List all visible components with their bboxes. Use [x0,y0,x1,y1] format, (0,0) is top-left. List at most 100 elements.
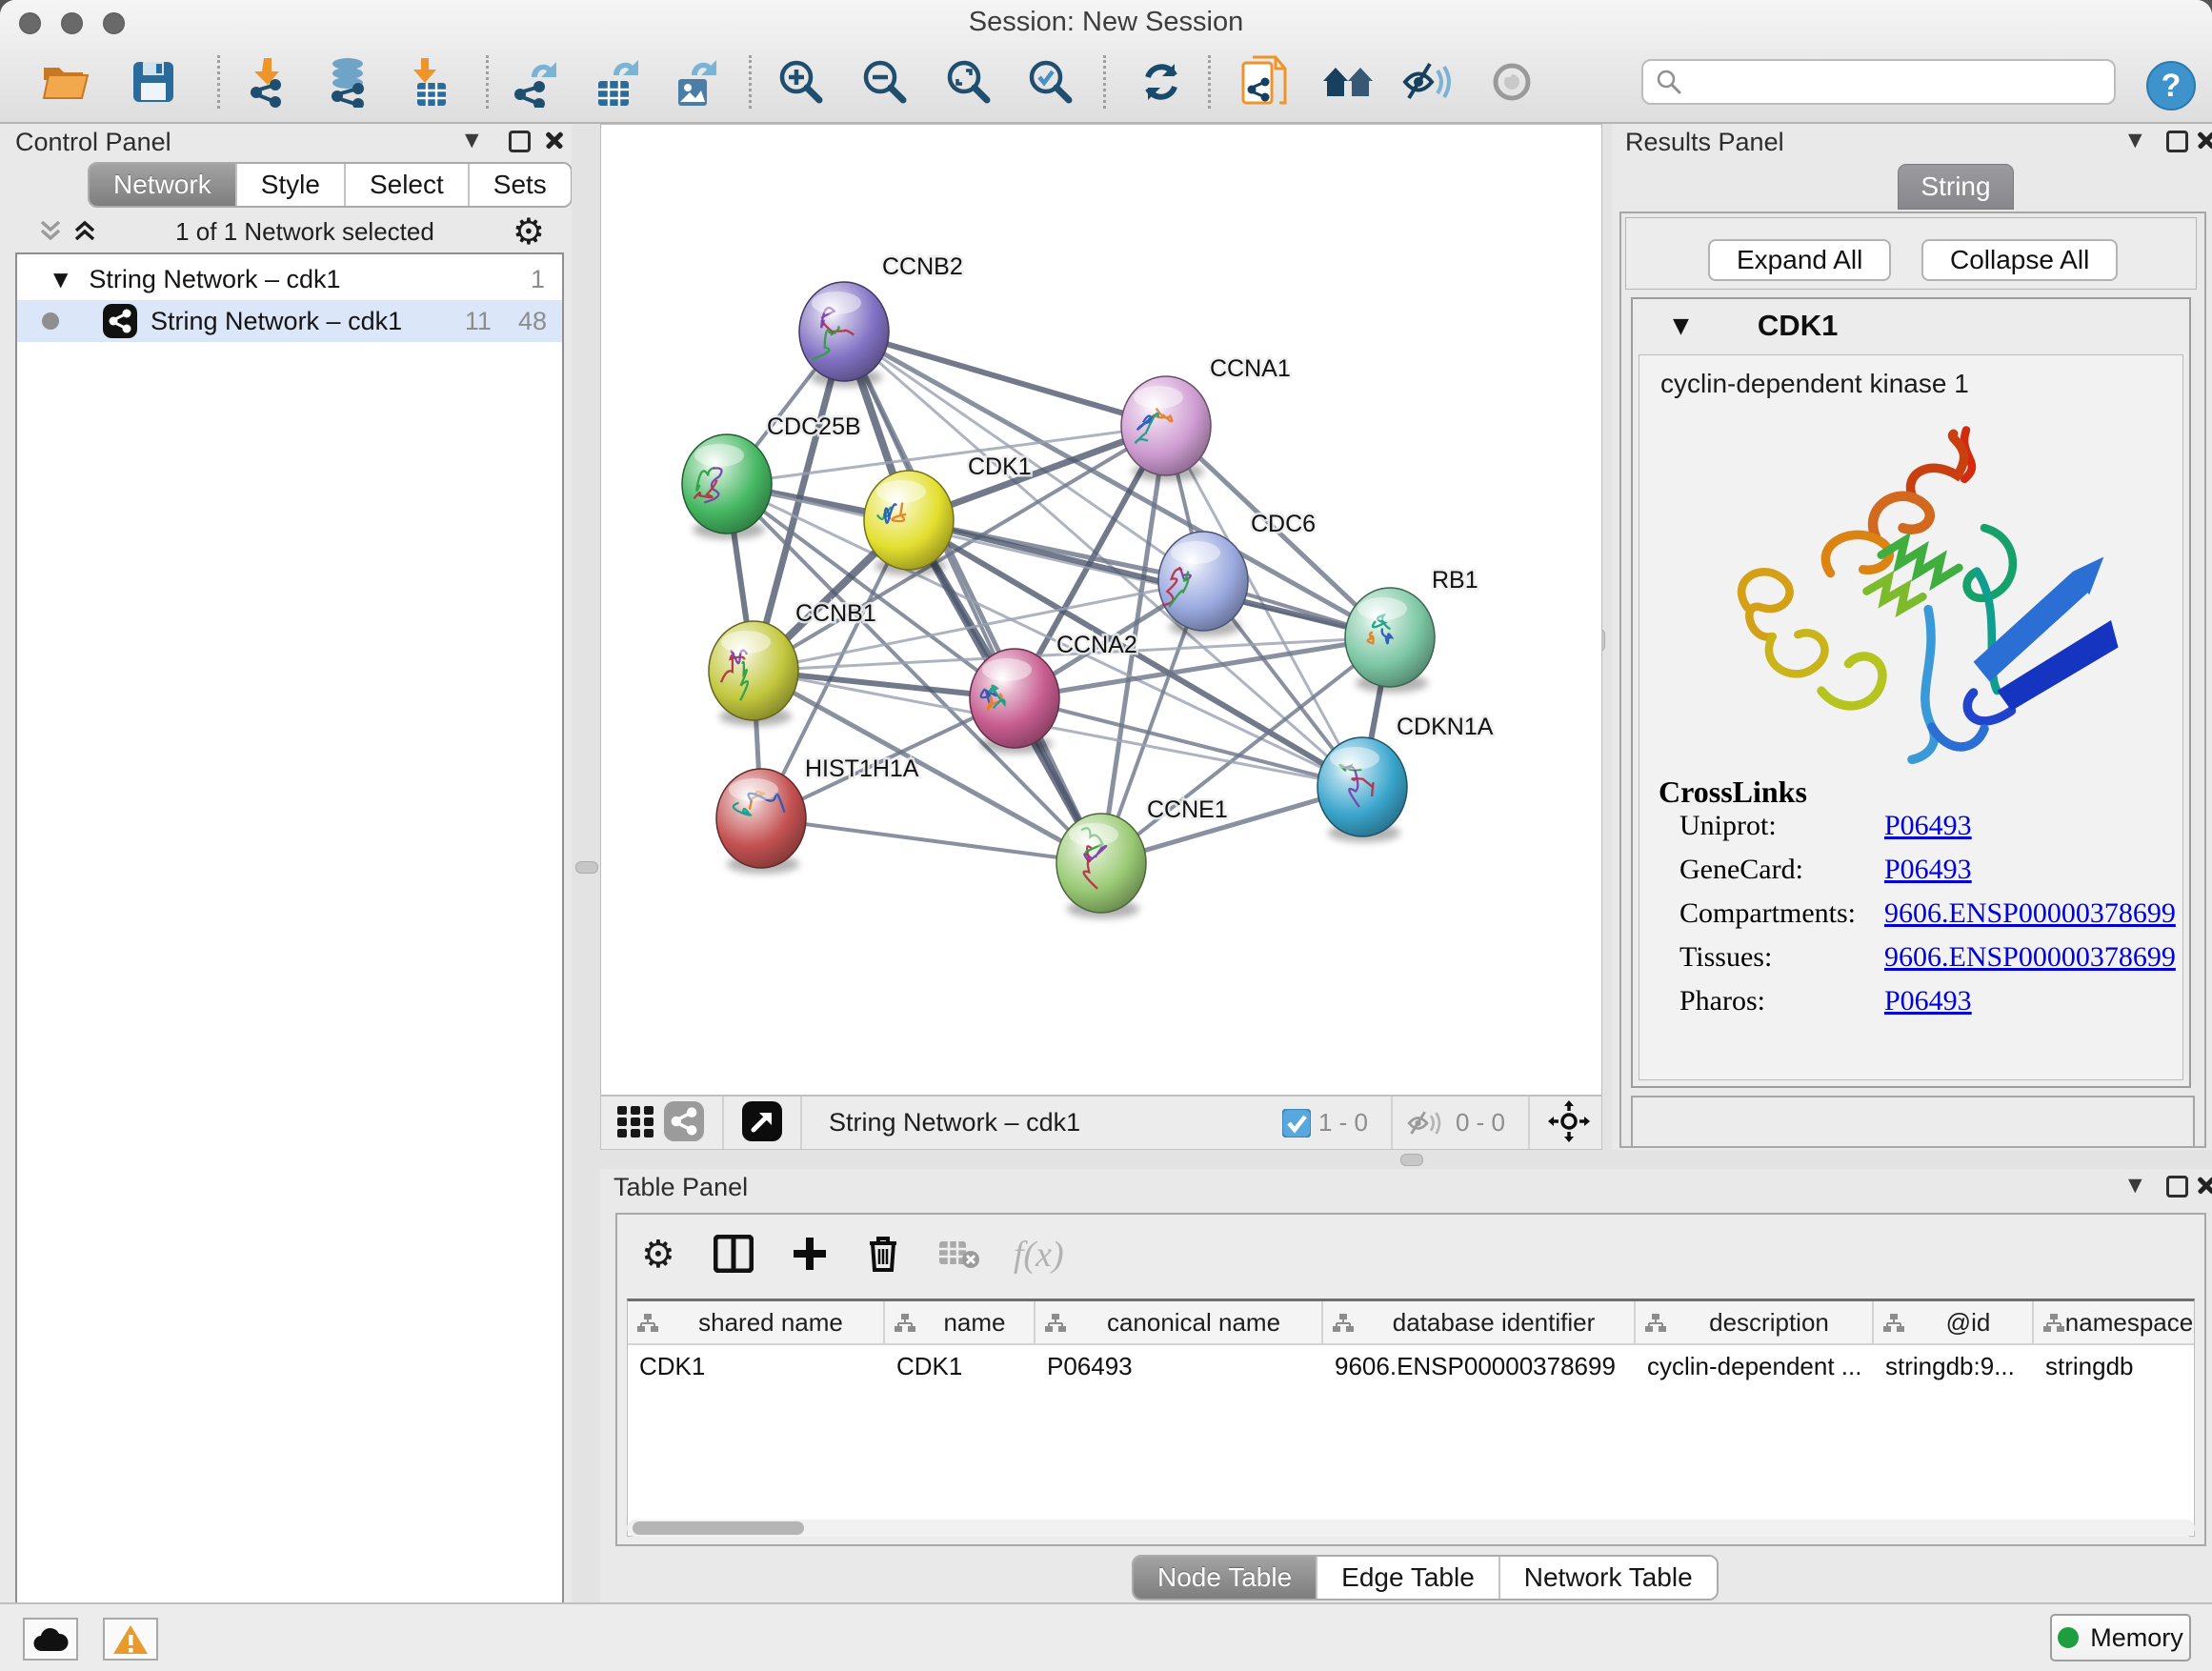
export-table-icon[interactable] [589,53,644,111]
table-options-gear-icon[interactable]: ⚙ [641,1233,675,1277]
grid-view-icon[interactable] [616,1102,654,1143]
fit-selected-crosshair-icon[interactable] [1548,1100,1590,1145]
column-header-shared-name[interactable]: shared name [628,1301,885,1343]
network-list-options-gear-icon[interactable]: ⚙ [513,211,545,252]
delete-column-trash-icon[interactable] [866,1235,900,1276]
crosslink-link[interactable]: 9606.ENSP00000378699 [1884,897,2176,930]
table-panel-close-icon[interactable] [2197,1176,2212,1198]
expand-all-networks-icon[interactable] [72,219,97,245]
control-panel-menu-caret[interactable]: ▼ [465,130,479,151]
network-edge[interactable] [844,332,1166,426]
export-image-icon[interactable] [667,53,722,111]
table-cell: P06493 [1036,1345,1323,1387]
tab-style[interactable]: Style [237,164,346,206]
tab-network[interactable]: Network [90,164,237,206]
column-header-canonical-name[interactable]: canonical name [1036,1301,1323,1343]
cloud-status-icon[interactable] [23,1618,78,1661]
collapse-all-networks-icon[interactable] [38,219,63,245]
column-header-description[interactable]: description [1636,1301,1874,1343]
column-header-namespace[interactable]: namespace [2034,1301,2195,1343]
zoom-selected-icon[interactable] [1023,53,1078,111]
network-node-HIST1H1A[interactable]: HIST1H1A [716,755,919,874]
zoom-out-icon[interactable] [857,53,913,111]
create-column-plus-icon[interactable] [792,1236,828,1275]
refresh-icon[interactable] [1134,53,1189,111]
hide-unhide-icon[interactable] [1400,53,1456,111]
column-header-name[interactable]: name [885,1301,1036,1343]
home-networks-icon[interactable] [1320,53,1376,111]
vertical-splitter-left[interactable] [572,124,600,1602]
network-row-selected[interactable]: String Network – cdk1 11 48 [17,300,562,342]
import-table-icon[interactable] [400,53,455,111]
network-node-CCNB2[interactable]: CCNB2 [799,253,963,387]
crosslink-label: Uniprot: [1679,810,1884,842]
node-label-HIST1H1A: HIST1H1A [805,755,919,782]
tab-network-table[interactable]: Network Table [1500,1557,1717,1599]
network-node-RB1[interactable]: RB1 [1345,567,1478,693]
results-panel-close-icon[interactable] [2197,131,2212,152]
warning-icon[interactable] [103,1618,158,1661]
export-network-icon[interactable] [507,53,562,111]
column-header-@id[interactable]: @id [1874,1301,2034,1343]
eye-icon[interactable] [1484,53,1539,111]
splitter-handle[interactable] [575,861,598,874]
crosslink-link[interactable]: P06493 [1884,854,1972,886]
window-title: Session: New Session [0,0,2212,44]
crosslink-link[interactable]: 9606.ENSP00000378699 [1884,941,2176,974]
help-icon[interactable]: ? [2143,57,2199,114]
next-gene-section-partial [1631,1096,2195,1148]
control-panel-close-icon[interactable] [545,131,564,152]
share-document-icon[interactable] [1237,53,1292,111]
tab-node-table[interactable]: Node Table [1134,1557,1317,1599]
tab-sets[interactable]: Sets [470,164,571,206]
birdseye-view-icon[interactable] [742,1101,782,1144]
import-network-from-database-icon[interactable] [320,53,375,111]
gene-expander-icon[interactable]: ▼ [1673,314,1689,338]
scrollbar-thumb[interactable] [633,1521,804,1535]
network-node-CCNE1[interactable]: CCNE1 [1056,796,1228,918]
tab-select[interactable]: Select [346,164,470,206]
import-network-icon[interactable] [240,53,295,111]
collapse-all-button[interactable]: Collapse All [1921,239,2118,281]
tab-string[interactable]: String [1898,164,2014,210]
column-header-database-identifier[interactable]: database identifier [1323,1301,1636,1343]
search-input[interactable] [1691,67,2114,98]
network-node-CDC6[interactable]: CDC6 [1158,511,1316,636]
zoom-fit-icon[interactable] [941,53,996,111]
table-panel-float-icon[interactable] [2166,1176,2188,1200]
crosslink-row: Pharos:P06493 [1659,985,2176,1029]
save-session-icon[interactable] [126,53,181,111]
node-label-CCNE1: CCNE1 [1147,796,1228,823]
table-panel-menu-caret[interactable]: ▼ [2128,1175,2142,1196]
column-type-icon [637,1313,658,1332]
tab-edge-table[interactable]: Edge Table [1317,1557,1500,1599]
network-node-CCNA2[interactable]: CCNA2 [970,632,1137,754]
table-horizontal-scrollbar[interactable] [627,1520,2195,1537]
network-canvas[interactable]: CCNB2CCNA1CDC25BCDK1CDC6RB1CCNB1CCNA2CDK… [600,124,1602,1096]
show-columns-icon[interactable] [714,1235,754,1276]
open-session-icon[interactable] [38,53,93,111]
network-node-CCNB1[interactable]: CCNB1 [709,600,876,726]
zoom-in-icon[interactable] [774,53,829,111]
control-panel-float-icon[interactable] [509,131,531,155]
network-edge[interactable] [844,332,1101,863]
horizontal-splitter[interactable] [600,1150,2212,1169]
results-panel-menu-caret[interactable]: ▼ [2128,130,2142,151]
splitter-handle[interactable] [1400,1154,1423,1166]
crosslink-link[interactable]: P06493 [1884,810,1972,842]
network-edge[interactable] [761,818,1101,863]
selected-checkbox-icon[interactable] [1282,1109,1311,1137]
search-field-container [1641,59,2116,105]
tree-expander-icon[interactable]: ▼ [53,268,68,291]
memory-button[interactable]: Memory [2050,1614,2191,1661]
crosslink-link[interactable]: P06493 [1884,985,1972,1017]
expand-all-button[interactable]: Expand All [1708,239,1891,281]
gene-section-header[interactable]: ▼ CDK1 [1633,299,2189,352]
table-row[interactable]: CDK1CDK1P064939606.ENSP00000378699cyclin… [628,1345,2194,1387]
network-collection-row[interactable]: ▼ String Network – cdk1 1 [17,258,562,300]
crosslink-row: Compartments:9606.ENSP00000378699 [1659,897,2176,941]
network-share-view-icon[interactable] [664,1101,704,1144]
network-node-CDC25B[interactable]: CDC25B [682,413,861,539]
results-panel-float-icon[interactable] [2166,131,2188,155]
network-node-CDKN1A[interactable]: CDKN1A [1317,714,1494,842]
